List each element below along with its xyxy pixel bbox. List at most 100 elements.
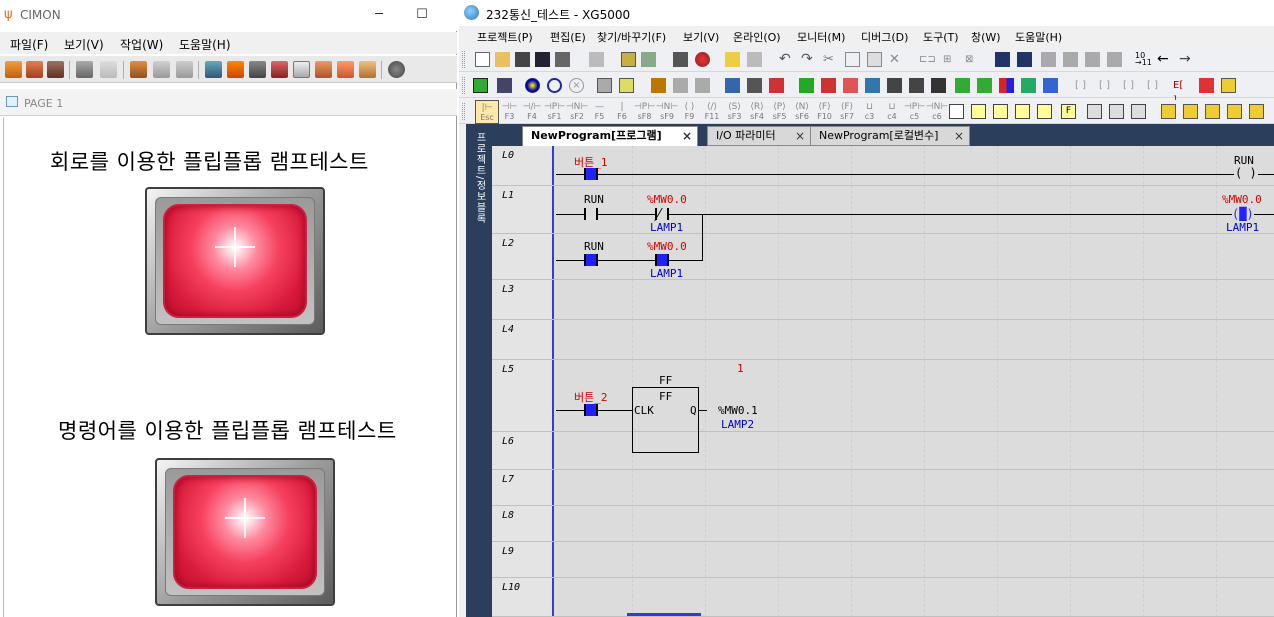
pencil-icon[interactable]: [227, 61, 244, 78]
fkey-button[interactable]: ⊣N⊢ sF2: [565, 100, 589, 124]
fkey-button[interactable]: |⊢ Esc: [475, 100, 499, 124]
ladder-row[interactable]: L1: [492, 186, 1274, 234]
d-icon[interactable]: [1161, 104, 1176, 119]
bracket2-icon[interactable]: [ ]: [1099, 78, 1114, 93]
d3-icon[interactable]: [1205, 104, 1220, 119]
find-icon[interactable]: [747, 52, 762, 67]
forward-arrow-icon[interactable]: →: [1179, 52, 1194, 67]
xg-menu-find[interactable]: 찾기/바꾸기(F): [597, 29, 666, 45]
new-file-icon[interactable]: [475, 52, 490, 67]
ladder-row[interactable]: L7: [492, 470, 1274, 506]
fkey-button[interactable]: ⊣P⊢ sF8: [633, 100, 657, 124]
xg-menu-project[interactable]: 프로젝트(P): [477, 29, 533, 45]
connect-plc-icon[interactable]: [473, 78, 488, 93]
tree-icon[interactable]: ⊠: [965, 52, 980, 67]
xg-menu-debug[interactable]: 디버그(D): [861, 29, 908, 45]
save-icon[interactable]: [26, 61, 43, 78]
save-icon[interactable]: [535, 52, 550, 67]
read-icon[interactable]: [597, 78, 612, 93]
menu-view[interactable]: 보기(V): [64, 36, 104, 53]
ladder-row[interactable]: L4: [492, 320, 1274, 360]
ladder-row[interactable]: L3: [492, 280, 1274, 320]
report-icon[interactable]: [315, 61, 332, 78]
maximize-button[interactable]: ☐: [412, 6, 432, 24]
close-tab-icon[interactable]: ×: [682, 127, 692, 145]
new-page-icon[interactable]: [337, 61, 354, 78]
graph-icon[interactable]: [955, 78, 970, 93]
l0-contact[interactable]: [584, 168, 598, 180]
back-arrow-icon[interactable]: ←: [1157, 52, 1172, 67]
delete-icon[interactable]: [176, 61, 193, 78]
bracket3-icon[interactable]: [ ]: [1123, 78, 1138, 93]
page-settings-icon[interactable]: [359, 61, 376, 78]
mixed-view-icon[interactable]: [1037, 104, 1052, 119]
ladder-row[interactable]: L9: [492, 542, 1274, 578]
lamp2[interactable]: [155, 458, 335, 606]
lock-icon[interactable]: [130, 61, 147, 78]
close-tab-icon[interactable]: ×: [795, 127, 805, 145]
fkey-button[interactable]: ⊣N⊢ sF9: [655, 100, 679, 124]
fkey-button[interactable]: ⟨N⟩ sF6: [790, 100, 814, 124]
fkey-button[interactable]: ⟨R⟩ sF4: [745, 100, 769, 124]
device-view-icon[interactable]: [1015, 104, 1030, 119]
connect-icon[interactable]: [641, 52, 656, 67]
l1-coil[interactable]: (█): [1232, 207, 1254, 221]
xg-menu-view[interactable]: 보기(V): [683, 29, 719, 45]
undo-icon[interactable]: ↶: [779, 52, 794, 67]
fkey-button[interactable]: ⊔ c3: [858, 100, 882, 124]
fkey-button[interactable]: ⊣P⊢ c5: [903, 100, 927, 124]
network-icon[interactable]: ⊞: [943, 52, 958, 67]
online-icon[interactable]: [621, 52, 636, 67]
fkey-button[interactable]: ⟨P⟩ sF5: [768, 100, 792, 124]
grid-icon[interactable]: [1131, 104, 1146, 119]
fkey-button[interactable]: ⊣P⊢ sF1: [543, 100, 567, 124]
find-all-icon[interactable]: [1063, 52, 1078, 67]
bracket-icon[interactable]: [ ]: [1075, 78, 1090, 93]
monitor-pause-icon[interactable]: [673, 78, 688, 93]
fkey-button[interactable]: — F5: [588, 100, 612, 124]
l0-coil[interactable]: ( ): [1234, 166, 1258, 180]
xg-menu-online[interactable]: 온라인(O): [733, 29, 781, 45]
graph2-icon[interactable]: [977, 78, 992, 93]
network-icon[interactable]: [249, 61, 266, 78]
write-icon[interactable]: [619, 78, 634, 93]
xg-menu-monitor[interactable]: 모니터(M): [797, 29, 845, 45]
goto-line-icon[interactable]: 10 →11: [1135, 52, 1152, 67]
step-icon[interactable]: [1221, 78, 1236, 93]
fkey-button[interactable]: ⊣⊢ F3: [498, 100, 522, 124]
xg-menu-tools[interactable]: 도구(T): [923, 29, 959, 45]
copy-icon[interactable]: [845, 52, 860, 67]
xg-menu-edit[interactable]: 편집(E): [550, 29, 586, 45]
tab-program[interactable]: NewProgram[프로그램] ×: [522, 126, 698, 146]
xg-menu-help[interactable]: 도움말(H): [1015, 29, 1062, 45]
unlock-icon[interactable]: [153, 61, 170, 78]
binoculars-icon[interactable]: [995, 52, 1010, 67]
redo-icon[interactable]: ↷: [801, 52, 816, 67]
window-icon[interactable]: [1043, 78, 1058, 93]
fkey-button[interactable]: ⊔ c4: [880, 100, 904, 124]
page-tab[interactable]: PAGE 1: [0, 89, 457, 116]
flag-icon[interactable]: [999, 78, 1014, 93]
delete-icon[interactable]: ✕: [889, 52, 904, 67]
ladder-row[interactable]: L10: [492, 578, 1274, 617]
run-icon[interactable]: [525, 78, 540, 93]
ladder-row[interactable]: L0: [492, 146, 1274, 186]
variable-view-icon[interactable]: [993, 104, 1008, 119]
print-icon[interactable]: [76, 61, 93, 78]
monitor-start-icon[interactable]: [651, 78, 666, 93]
bracket5-icon[interactable]: E[ ]: [1173, 78, 1188, 106]
device-monitor-icon[interactable]: [799, 78, 814, 93]
d5-icon[interactable]: [1249, 104, 1264, 119]
replace-all-icon[interactable]: [1107, 52, 1122, 67]
target-icon[interactable]: [695, 52, 710, 67]
comment-view-icon[interactable]: [971, 104, 986, 119]
menu-file[interactable]: 파일(F): [10, 36, 48, 53]
close-tab-icon[interactable]: ×: [954, 127, 964, 145]
find-prev-icon[interactable]: [1041, 52, 1056, 67]
function-icon[interactable]: F: [1061, 104, 1076, 119]
io-monitor-icon[interactable]: [909, 78, 924, 93]
print-icon[interactable]: [555, 52, 570, 67]
d2-icon[interactable]: [1183, 104, 1198, 119]
plc-history-icon[interactable]: [747, 78, 762, 93]
fkey-button[interactable]: ⟨F⟩ sF7: [835, 100, 859, 124]
